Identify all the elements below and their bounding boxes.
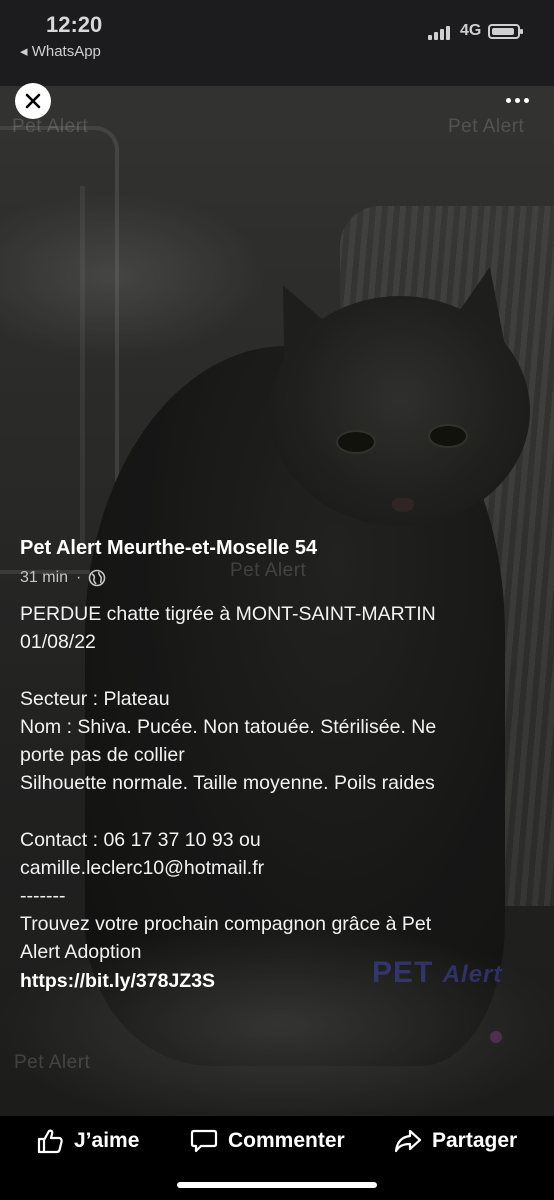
post-content: Pet Alert Meurthe-et-Moselle 54 31 min ·… <box>20 534 540 995</box>
close-button[interactable] <box>15 83 51 119</box>
close-icon <box>25 93 41 109</box>
post-line: Contact : 06 17 37 10 93 ou <box>20 828 261 851</box>
post-line: 01/08/22 <box>20 631 96 654</box>
post-line: Alert Adoption <box>20 941 142 964</box>
battery-icon <box>488 24 523 39</box>
post-line: Secteur : Plateau <box>20 687 170 710</box>
post-line: Silhouette normale. Taille moyenne. Poil… <box>20 772 435 795</box>
page-author-name[interactable]: Pet Alert Meurthe-et-Moselle 54 <box>20 534 540 562</box>
watermark-top-left: Pet Alert <box>12 116 89 137</box>
post-line: PERDUE chatte tigrée à MONT-SAINT-MARTIN <box>20 603 436 625</box>
comment-icon <box>190 1129 218 1153</box>
comment-button[interactable]: Commenter <box>190 1124 345 1158</box>
status-bar: 12:20 ◂ WhatsApp 4G <box>0 0 554 86</box>
back-to-app-link[interactable]: ◂ WhatsApp <box>20 42 101 60</box>
post-timestamp[interactable]: 31 min <box>20 569 68 587</box>
more-horizontal-icon <box>506 97 511 103</box>
post-email[interactable]: camille.leclerc10@hotmail.fr <box>20 854 540 882</box>
signal-icon <box>428 26 454 40</box>
post-line: Trouvez votre prochain compagnon grâce à… <box>20 913 432 936</box>
post-link[interactable]: https://bit.ly/378JZ3S <box>20 967 540 995</box>
more-options-button[interactable] <box>506 92 534 108</box>
post-body: PERDUE chatte tigrée à MONT-SAINT-MARTIN… <box>20 600 540 995</box>
like-button[interactable]: J’aime <box>36 1124 139 1158</box>
watermark-bottom-left: Pet Alert <box>14 1052 91 1073</box>
meta-separator: · <box>76 569 82 586</box>
share-button[interactable]: Partager <box>394 1124 517 1158</box>
post-meta: 31 min · <box>20 565 540 591</box>
watermark-top-right: Pet Alert <box>448 116 525 137</box>
post-line: ------- <box>20 885 66 907</box>
network-type: 4G <box>460 22 482 39</box>
share-icon <box>394 1129 422 1153</box>
share-label: Partager <box>432 1129 518 1152</box>
post-line: Nom : Shiva. Pucée. Non tatouée. Stérili… <box>20 715 437 738</box>
globe-icon <box>89 569 106 587</box>
status-time: 12:20 <box>46 12 103 37</box>
comment-label: Commenter <box>228 1129 345 1152</box>
thumbs-up-icon <box>37 1129 63 1154</box>
post-line: porte pas de collier <box>20 744 185 766</box>
action-bar: J’aime Commenter Partager <box>0 1116 554 1200</box>
like-label: J’aime <box>74 1129 140 1152</box>
home-indicator[interactable] <box>177 1182 377 1188</box>
